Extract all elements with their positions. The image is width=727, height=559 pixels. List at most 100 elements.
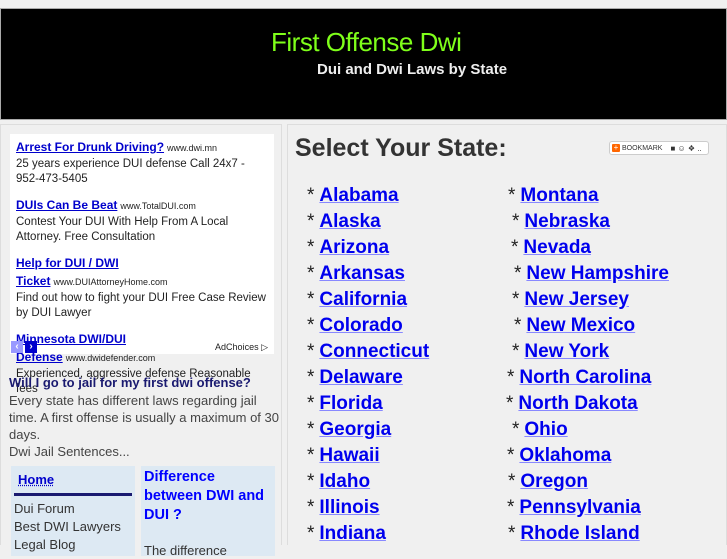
- nav-item-best-dwi-lawyers[interactable]: Best DWI Lawyers: [14, 518, 132, 536]
- bookmark-label: BOOKMARK: [622, 144, 663, 152]
- bullet: *: [507, 367, 515, 388]
- bullet: *: [307, 237, 315, 258]
- site-title: First Offense Dwi: [271, 27, 462, 57]
- ad-next-button[interactable]: ›: [25, 341, 37, 353]
- state-list-item: * Oklahoma: [507, 445, 611, 467]
- nav-home-link[interactable]: Home: [14, 472, 132, 487]
- ad-title-link[interactable]: DUIs Can Be Beat: [16, 198, 117, 212]
- ad-title-link[interactable]: Arrest For Drunk Driving?: [16, 140, 164, 154]
- divider: [14, 493, 132, 496]
- state-link-colorado[interactable]: Colorado: [319, 315, 402, 336]
- state-link-arkansas[interactable]: Arkansas: [319, 263, 405, 284]
- plus-icon: +: [612, 143, 620, 152]
- state-link-new-york[interactable]: New York: [524, 341, 609, 362]
- state-link-ohio[interactable]: Ohio: [524, 419, 567, 440]
- state-link-alaska[interactable]: Alaska: [319, 211, 380, 232]
- difference-title[interactable]: Difference between DWI and DUI ?: [144, 468, 272, 525]
- bullet: *: [307, 263, 315, 284]
- state-link-illinois[interactable]: Illinois: [319, 497, 379, 518]
- nav-item-legal-blog[interactable]: Legal Blog: [14, 536, 132, 554]
- bullet: *: [506, 393, 514, 414]
- state-link-hawaii[interactable]: Hawaii: [319, 445, 379, 466]
- nav-menu: Home Dui Forum Best DWI Lawyers Legal Bl…: [11, 466, 135, 556]
- state-link-indiana[interactable]: Indiana: [319, 523, 386, 544]
- state-list-item: * Pennsylvania: [507, 497, 641, 519]
- state-list-item: * Montana: [508, 185, 599, 207]
- bullet: *: [307, 289, 315, 310]
- state-list-item: * Arkansas: [307, 263, 405, 285]
- bullet: *: [307, 445, 315, 466]
- state-list-item: * North Dakota: [506, 393, 638, 415]
- state-list-item: * Delaware: [307, 367, 403, 389]
- state-list-item: * Alaska: [307, 211, 381, 233]
- state-list-item: * Hawaii: [307, 445, 380, 467]
- bullet: *: [511, 237, 519, 258]
- faq-section: Will I go to jail for my first dwi offen…: [9, 375, 279, 460]
- state-list-item: * Idaho: [307, 471, 370, 493]
- state-list-item: * New Mexico: [514, 315, 635, 337]
- state-list-item: * Nevada: [511, 237, 591, 259]
- bullet: *: [514, 263, 522, 284]
- ad-url: www.TotalDUI.com: [120, 201, 196, 211]
- state-link-north-dakota[interactable]: North Dakota: [518, 393, 637, 414]
- state-link-connecticut[interactable]: Connecticut: [319, 341, 429, 362]
- state-link-nevada[interactable]: Nevada: [523, 237, 591, 258]
- bullet: *: [307, 497, 315, 518]
- state-list-item: * New Jersey: [512, 289, 629, 311]
- state-link-new-mexico[interactable]: New Mexico: [526, 315, 635, 336]
- share-icons: ■ ☺ ❖ ..: [670, 143, 702, 153]
- ad-description: 25 years experience DUI defense Call 24x…: [16, 158, 245, 185]
- state-link-new-hampshire[interactable]: New Hampshire: [526, 263, 669, 284]
- bullet: *: [507, 497, 515, 518]
- ad-url: www.dwi.mn: [167, 143, 218, 153]
- bullet: *: [507, 445, 515, 466]
- bullet: *: [307, 341, 315, 362]
- ad-prev-button[interactable]: ‹: [11, 341, 23, 353]
- state-link-nebraska[interactable]: Nebraska: [524, 211, 610, 232]
- bullet: *: [512, 211, 520, 232]
- state-link-alabama[interactable]: Alabama: [319, 185, 398, 206]
- faq-question[interactable]: Will I go to jail for my first dwi offen…: [9, 375, 279, 390]
- state-link-california[interactable]: California: [319, 289, 407, 310]
- left-sidebar: Arrest For Drunk Driving? www.dwi.mn 25 ye…: [0, 124, 282, 558]
- state-link-oregon[interactable]: Oregon: [520, 471, 588, 492]
- bullet: *: [508, 523, 516, 544]
- bullet: *: [307, 523, 315, 544]
- state-link-delaware[interactable]: Delaware: [319, 367, 402, 388]
- bullet: *: [512, 419, 520, 440]
- state-link-rhode-island[interactable]: Rhode Island: [520, 523, 639, 544]
- bullet: *: [307, 211, 315, 232]
- ad-item: DUIs Can Be Beat www.TotalDUI.com Contest …: [16, 196, 268, 245]
- adchoices-link[interactable]: AdChoices ▷: [215, 342, 268, 353]
- difference-box: Difference between DWI and DUI ? The dif…: [141, 466, 275, 558]
- state-list-item: * Georgia: [307, 419, 391, 441]
- state-list-item: * Connecticut: [307, 341, 429, 363]
- state-link-north-carolina[interactable]: North Carolina: [519, 367, 651, 388]
- ad-item: Arrest For Drunk Driving? www.dwi.mn 25 ye…: [16, 138, 268, 187]
- state-list-item: * New York: [512, 341, 609, 363]
- faq-more-link[interactable]: Dwi Jail Sentences...: [9, 444, 130, 459]
- state-link-georgia[interactable]: Georgia: [319, 419, 391, 440]
- ad-url: www.DUIAttorneyHome.com: [53, 277, 168, 287]
- state-link-arizona[interactable]: Arizona: [319, 237, 389, 258]
- state-list-item: * Alabama: [307, 185, 399, 207]
- state-link-pennsylvania[interactable]: Pennsylvania: [519, 497, 640, 518]
- bullet: *: [512, 341, 520, 362]
- state-link-montana[interactable]: Montana: [520, 185, 598, 206]
- nav-item-dui-forum[interactable]: Dui Forum: [14, 500, 132, 518]
- bookmark-button[interactable]: + BOOKMARK ■ ☺ ❖ ..: [609, 141, 709, 155]
- state-link-oklahoma[interactable]: Oklahoma: [519, 445, 611, 466]
- bullet: *: [512, 289, 520, 310]
- state-link-new-jersey[interactable]: New Jersey: [524, 289, 629, 310]
- state-list-item: * Oregon: [508, 471, 588, 493]
- state-list-item: * Indiana: [307, 523, 386, 545]
- faq-answer: Every state has different laws regarding…: [9, 393, 279, 442]
- state-link-florida[interactable]: Florida: [319, 393, 382, 414]
- bullet: *: [307, 419, 315, 440]
- state-link-idaho[interactable]: Idaho: [319, 471, 370, 492]
- bullet: *: [307, 471, 315, 492]
- site-subtitle: Dui and Dwi Laws by State: [317, 61, 508, 78]
- ad-item: Help for DUI / DWI Ticket www.DUIAttorney…: [16, 254, 268, 321]
- state-list-item: * California: [307, 289, 407, 311]
- state-list-item: * Rhode Island: [508, 523, 640, 545]
